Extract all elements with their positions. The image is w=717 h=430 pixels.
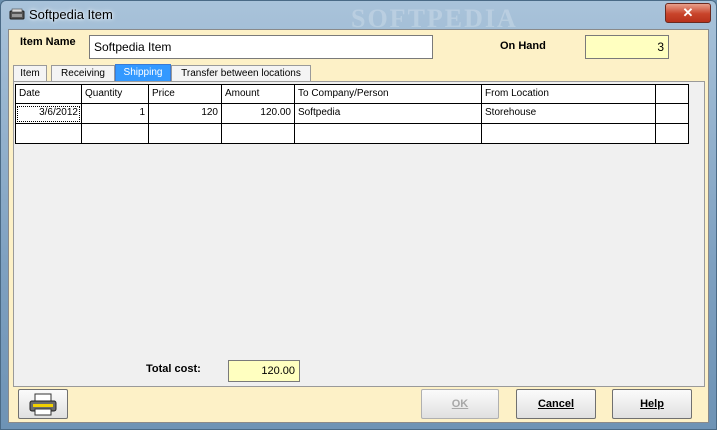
cell-date[interactable]: 3/6/2012	[15, 104, 82, 124]
tab-item[interactable]: Item	[13, 65, 47, 82]
print-button[interactable]	[18, 389, 68, 419]
cell-price[interactable]	[149, 124, 222, 144]
printer-icon	[28, 393, 58, 420]
column-date[interactable]: Date	[15, 84, 82, 104]
column-extra[interactable]	[656, 84, 689, 104]
tab-receiving[interactable]: Receiving	[51, 65, 115, 82]
item-name-field[interactable]: Softpedia Item	[89, 35, 433, 59]
app-icon	[9, 8, 25, 21]
tab-transfer[interactable]: Transfer between locations	[171, 65, 311, 82]
cell-from-location[interactable]	[482, 124, 656, 144]
column-amount[interactable]: Amount	[222, 84, 295, 104]
window-title: Softpedia Item	[29, 7, 113, 22]
total-cost-label: Total cost:	[146, 363, 201, 375]
shipping-panel: Date Quantity Price Amount To Company/Pe…	[13, 81, 705, 387]
cell-to-company[interactable]: Softpedia	[295, 104, 482, 124]
cancel-label: Cancel	[537, 398, 575, 410]
item-window: Softpedia Item SOFTPEDIA ✕ Item Name Sof…	[0, 0, 717, 430]
ok-label: OK	[451, 398, 469, 410]
cell-quantity[interactable]	[82, 124, 149, 144]
column-from-location[interactable]: From Location	[482, 84, 656, 104]
title-bar[interactable]: Softpedia Item SOFTPEDIA ✕	[1, 1, 716, 33]
close-icon: ✕	[682, 5, 694, 20]
cell-extra[interactable]	[656, 124, 689, 144]
on-hand-label: On Hand	[500, 40, 546, 52]
close-button[interactable]: ✕	[665, 3, 711, 23]
tab-shipping[interactable]: Shipping	[115, 64, 171, 82]
column-price[interactable]: Price	[149, 84, 222, 104]
cancel-button[interactable]: Cancel	[516, 389, 596, 419]
cell-price[interactable]: 120	[149, 104, 222, 124]
cell-amount[interactable]: 120.00	[222, 104, 295, 124]
ok-button[interactable]: OK	[421, 389, 499, 419]
column-to-company[interactable]: To Company/Person	[295, 84, 482, 104]
total-cost-field: 120.00	[228, 360, 300, 382]
item-name-label: Item Name	[20, 36, 76, 48]
cell-to-company[interactable]	[295, 124, 482, 144]
column-quantity[interactable]: Quantity	[82, 84, 149, 104]
help-button[interactable]: Help	[612, 389, 692, 419]
cell-quantity[interactable]: 1	[82, 104, 149, 124]
cell-date[interactable]	[15, 124, 82, 144]
dialog-body: Item Name Softpedia Item On Hand 3 Item …	[8, 29, 709, 423]
cell-from-location[interactable]: Storehouse	[482, 104, 656, 124]
on-hand-field[interactable]: 3	[585, 35, 669, 59]
cell-extra[interactable]	[656, 104, 689, 124]
cell-amount[interactable]	[222, 124, 295, 144]
help-label: Help	[640, 398, 664, 410]
